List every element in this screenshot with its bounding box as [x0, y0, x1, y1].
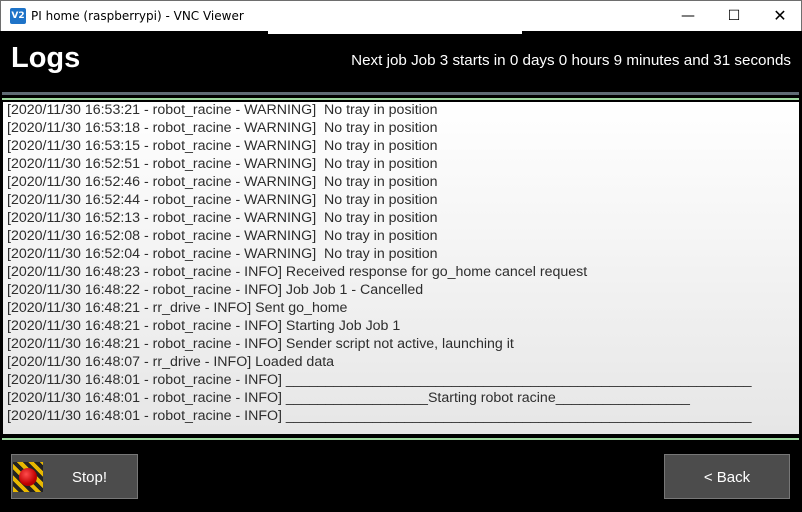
- close-icon[interactable]: ✕: [757, 1, 802, 31]
- vnc-toolbar-handle[interactable]: [268, 30, 522, 34]
- page-title: Logs: [11, 42, 81, 74]
- stop-button-label: Stop!: [72, 469, 108, 486]
- back-button[interactable]: < Back: [664, 454, 790, 499]
- next-job-status: Next job Job 3 starts in 0 days 0 hours …: [351, 52, 791, 69]
- minimize-icon[interactable]: —: [665, 1, 711, 31]
- log-entry: [2020/11/30 16:52:08 - robot_racine - WA…: [7, 228, 438, 244]
- log-entry: [2020/11/30 16:53:15 - robot_racine - WA…: [7, 138, 438, 154]
- log-entry: [2020/11/30 16:52:51 - robot_racine - WA…: [7, 156, 438, 172]
- window-title-bar: V2 PI home (raspberrypi) - VNC Viewer — …: [0, 0, 802, 31]
- log-entry: [2020/11/30 16:48:23 - robot_racine - IN…: [7, 264, 588, 280]
- log-entry: [2020/11/30 16:48:01 - robot_racine - IN…: [7, 372, 752, 388]
- log-entry: [2020/11/30 16:48:07 - rr_drive - INFO] …: [7, 354, 335, 370]
- stop-button[interactable]: Stop!: [11, 454, 138, 499]
- log-list: [2020/11/30 16:53:21 - robot_racine - WA…: [3, 102, 799, 426]
- log-entry: [2020/11/30 16:48:01 - robot_racine - IN…: [7, 408, 752, 424]
- emergency-stop-icon: [13, 462, 43, 492]
- back-button-label: < Back: [703, 469, 751, 486]
- log-entry: [2020/11/30 16:48:22 - robot_racine - IN…: [7, 282, 424, 298]
- log-bottom-divider: [2, 438, 799, 440]
- log-entry: [2020/11/30 16:52:46 - robot_racine - WA…: [7, 174, 438, 190]
- log-entry: [2020/11/30 16:52:13 - robot_racine - WA…: [7, 210, 438, 226]
- header-divider: [2, 92, 799, 95]
- log-panel[interactable]: [2020/11/30 16:53:21 - robot_racine - WA…: [3, 102, 799, 434]
- window-title: PI home (raspberrypi) - VNC Viewer: [31, 9, 244, 23]
- log-entry: [2020/11/30 16:53:18 - robot_racine - WA…: [7, 120, 438, 136]
- log-entry: [2020/11/30 16:48:21 - robot_racine - IN…: [7, 336, 514, 352]
- log-top-divider: [2, 98, 799, 100]
- log-entry: [2020/11/30 16:48:21 - rr_drive - INFO] …: [7, 300, 348, 316]
- vnc-viewer-icon: V2: [10, 8, 26, 24]
- log-entry: [2020/11/30 16:53:21 - robot_racine - WA…: [7, 102, 438, 118]
- log-entry: [2020/11/30 16:48:21 - robot_racine - IN…: [7, 318, 401, 334]
- log-entry: [2020/11/30 16:52:44 - robot_racine - WA…: [7, 192, 438, 208]
- maximize-icon[interactable]: ☐: [711, 1, 757, 31]
- log-entry: [2020/11/30 16:48:01 - robot_racine - IN…: [7, 390, 690, 406]
- log-entry: [2020/11/30 16:52:04 - robot_racine - WA…: [7, 246, 438, 262]
